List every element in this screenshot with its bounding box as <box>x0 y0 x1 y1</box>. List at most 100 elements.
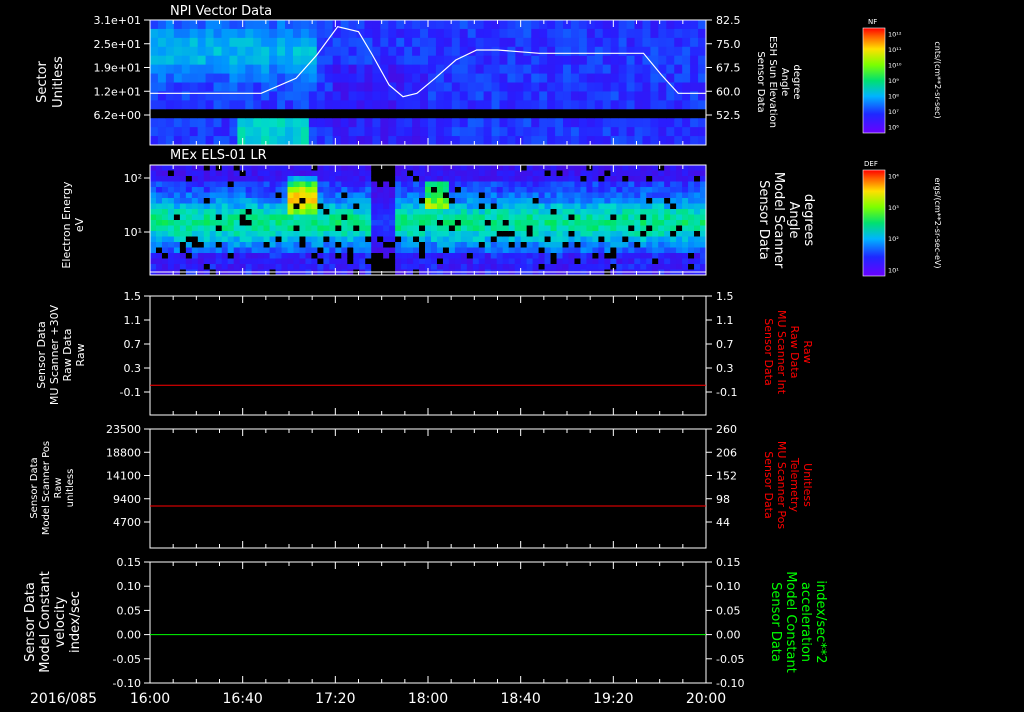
els-heatmap-cell <box>460 192 468 199</box>
els-heatmap-cell <box>670 198 677 204</box>
els-heatmap-cell <box>544 225 551 232</box>
els-heatmap-cell <box>150 203 157 210</box>
npi-heatmap-cell <box>578 82 588 92</box>
colorbar-nf: NF 10¹²10¹¹10¹⁰10⁹10⁸10⁷10⁶ cnts/(cm**2-… <box>862 18 942 134</box>
els-heatmap-cell <box>442 187 450 193</box>
npi-heatmap-cell <box>324 64 334 75</box>
npi-heatmap-cell <box>181 64 191 75</box>
els-heatmap-cell <box>646 242 653 248</box>
els-heatmap-cell <box>173 236 181 243</box>
npi-heatmap-cell <box>245 46 254 57</box>
els-heatmap-cell <box>658 231 665 237</box>
npi-heatmap-cell <box>396 100 405 110</box>
els-heatmap-cell <box>383 165 390 171</box>
els-heatmap-cell <box>442 253 450 259</box>
els-heatmap-cell <box>460 247 468 254</box>
els-heatmap-cell <box>496 225 504 232</box>
panel-4-ylabel-line4: unitless <box>65 469 76 508</box>
panel-3-frame <box>149 295 707 416</box>
els-heatmap-cell <box>150 231 157 237</box>
npi-heatmap-cell <box>157 55 167 66</box>
els-heatmap-cell <box>568 264 575 270</box>
npi-heatmap-cell <box>690 100 699 110</box>
els-heatmap-cell <box>269 231 276 237</box>
npi-heatmap-cell <box>396 73 405 83</box>
npi-heatmap-cell <box>181 118 191 128</box>
npi-heatmap-cell <box>261 127 270 137</box>
els-heatmap-cell <box>227 231 235 237</box>
els-heatmap-cell <box>263 253 270 259</box>
els-heatmap-cell <box>377 253 384 259</box>
npi-heatmap-cell <box>173 73 183 83</box>
els-heatmap-cell <box>407 247 414 254</box>
npi-heatmap-cell <box>189 20 199 30</box>
npi-heatmap-cell <box>245 82 254 92</box>
npi-heatmap-cell <box>467 136 477 145</box>
els-heatmap-cell <box>317 203 324 210</box>
els-heatmap-cell <box>664 220 671 226</box>
els-heatmap-cell <box>436 214 444 221</box>
colorbar-def: DEF 10⁴10³10²10¹ ergs/(cm**2-sr-sec-eV) <box>862 160 942 277</box>
npi-heatmap-cell <box>531 37 540 48</box>
els-heatmap-cell <box>640 170 647 177</box>
els-heatmap-cell <box>257 192 264 199</box>
els-heatmap-cell <box>472 181 480 188</box>
npi-heatmap-cell <box>443 127 453 137</box>
els-heatmap-cell <box>502 242 510 248</box>
date-label: 2016/085 <box>30 691 97 707</box>
npi-heatmap-cell <box>698 73 706 83</box>
npi-heatmap-cell <box>356 136 365 145</box>
npi-heatmap-cell <box>165 109 175 119</box>
els-heatmap-cell <box>209 264 217 270</box>
els-heatmap-cell <box>341 209 348 215</box>
npi-heatmap-cell <box>229 109 238 119</box>
els-heatmap-cell <box>640 264 647 270</box>
els-heatmap-cell <box>161 236 169 243</box>
npi-heatmap-cell <box>642 20 651 30</box>
panel-4-ytick-right-label: 152 <box>716 470 737 483</box>
npi-heatmap-cell <box>197 109 207 119</box>
els-heatmap-cell <box>484 214 492 221</box>
npi-heatmap-cell <box>292 28 302 39</box>
els-heatmap-cell <box>245 242 253 248</box>
els-heatmap-cell <box>287 247 294 254</box>
npi-heatmap-cell <box>666 46 675 57</box>
els-heatmap-cell <box>616 176 623 182</box>
els-heatmap-cell <box>245 264 253 270</box>
els-heatmap-cell <box>532 231 539 237</box>
els-heatmap-cell <box>407 220 414 226</box>
els-heatmap-cell <box>484 220 492 226</box>
els-heatmap-cell <box>430 181 438 188</box>
els-heatmap-cell <box>670 165 677 171</box>
els-heatmap-cell <box>436 176 444 182</box>
els-heatmap-cell <box>514 192 522 199</box>
npi-heatmap-cell <box>189 100 199 110</box>
els-heatmap-cell <box>203 209 211 215</box>
els-heatmap-cell <box>670 203 677 210</box>
els-heatmap-cell <box>526 264 534 270</box>
els-heatmap-cell <box>532 192 539 199</box>
npi-heatmap-cell <box>205 118 215 128</box>
npi-heatmap-cell <box>277 136 286 145</box>
els-heatmap-cell <box>694 181 701 188</box>
els-heatmap-cell <box>287 170 294 177</box>
colorbar-def-gradient <box>862 169 886 277</box>
els-heatmap-cell <box>323 203 330 210</box>
els-heatmap-cell <box>335 264 342 270</box>
els-heatmap-cell <box>185 214 193 221</box>
npi-heatmap-cell <box>618 20 628 30</box>
els-heatmap-cell <box>365 231 372 237</box>
els-heatmap-cell <box>197 242 205 248</box>
npi-heatmap-cell <box>245 109 254 119</box>
npi-heatmap-cell <box>364 136 373 145</box>
npi-heatmap-cell <box>340 127 350 137</box>
els-heatmap-cell <box>281 231 288 237</box>
panel-5-ylabel-line1: Sensor Data <box>23 582 38 662</box>
npi-heatmap-cell <box>459 109 469 119</box>
els-heatmap-cell <box>670 236 677 243</box>
npi-heatmap-cell <box>523 136 532 145</box>
els-heatmap-cell <box>526 192 534 199</box>
els-heatmap-cell <box>442 225 450 232</box>
els-heatmap-cell <box>520 247 528 254</box>
els-heatmap-cell <box>496 247 504 254</box>
